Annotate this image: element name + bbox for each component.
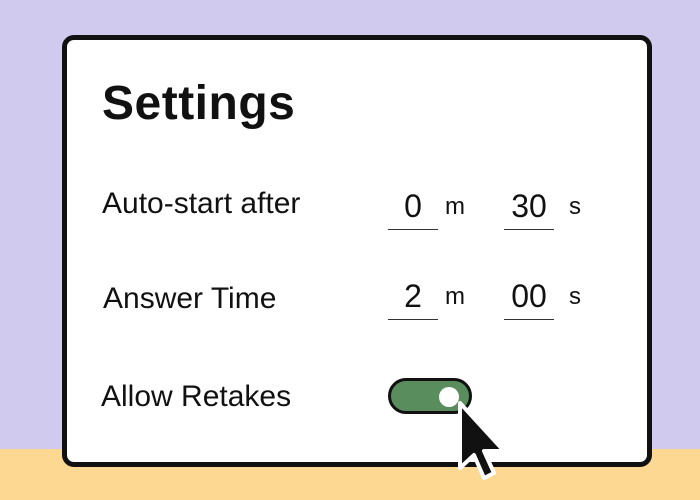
auto-start-seconds-input[interactable]: 30: [504, 188, 554, 230]
seconds-unit: s: [569, 193, 581, 220]
minutes-unit: m: [445, 193, 465, 220]
mouse-pointer-icon: [458, 401, 506, 480]
settings-panel: Settings Auto-start after 0 m 30 s Answe…: [62, 35, 652, 467]
auto-start-label: Auto-start after: [102, 187, 301, 220]
allow-retakes-label: Allow Retakes: [101, 380, 292, 413]
answer-time-seconds-input[interactable]: 00: [504, 278, 554, 320]
answer-time-minutes-input[interactable]: 2: [388, 278, 438, 320]
minutes-unit: m: [445, 283, 465, 310]
answer-time-label: Answer Time: [103, 282, 277, 315]
auto-start-minutes-input[interactable]: 0: [388, 188, 438, 230]
page-title: Settings: [102, 77, 296, 130]
seconds-unit: s: [569, 283, 581, 310]
